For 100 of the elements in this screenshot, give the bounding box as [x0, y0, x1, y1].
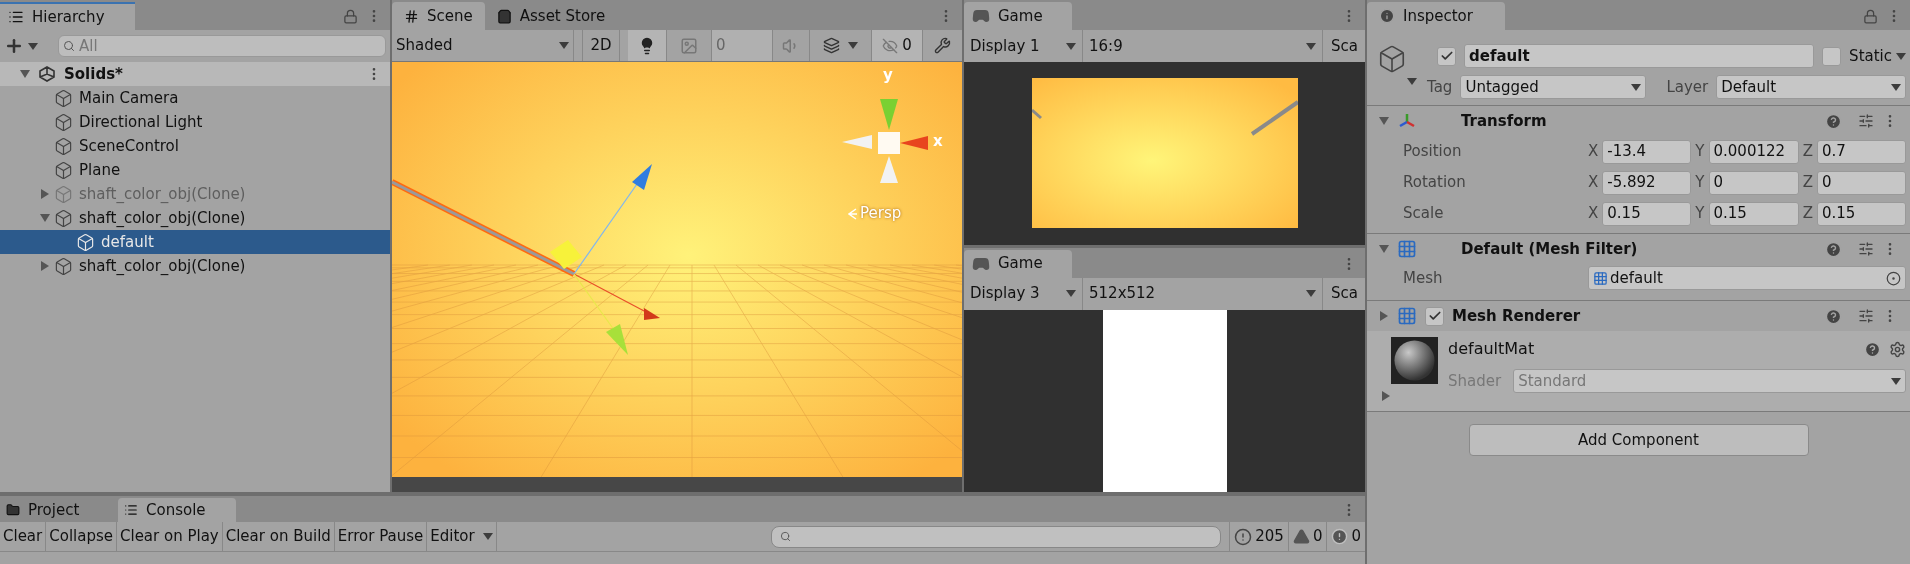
- cube-icon: [1377, 44, 1407, 74]
- console-button[interactable]: Clear on Play: [117, 522, 223, 551]
- material-preview-icon: [1391, 337, 1438, 384]
- preset-icon[interactable]: [1858, 308, 1874, 324]
- expand-arrow-icon[interactable]: [1379, 244, 1389, 254]
- field-label: Scale: [1403, 203, 1445, 225]
- mesh-renderer-icon: [1397, 306, 1417, 326]
- caret-icon: [482, 533, 493, 540]
- tools-icon[interactable]: [934, 37, 951, 54]
- help-icon[interactable]: [1825, 112, 1842, 130]
- name-field[interactable]: default: [1464, 44, 1815, 68]
- number-field[interactable]: 0: [1816, 170, 1906, 195]
- number-field[interactable]: 0.7: [1816, 139, 1906, 164]
- layer-dropdown[interactable]: Default: [1716, 75, 1906, 99]
- lighting-toggle[interactable]: [628, 30, 666, 61]
- axis-label: Z: [1802, 203, 1813, 225]
- panel-tab[interactable]: Console: [118, 498, 236, 522]
- field-label: Position: [1403, 141, 1463, 163]
- panel-tab[interactable]: Project: [0, 498, 118, 522]
- hierarchy-item[interactable]: shaft_color_obj(Clone): [0, 254, 390, 278]
- expand-arrow-icon[interactable]: [40, 261, 50, 271]
- editor-dropdown[interactable]: Editor: [427, 522, 497, 551]
- resolution-dropdown[interactable]: 512x512: [1083, 277, 1323, 310]
- hierarchy-item[interactable]: Plane: [0, 158, 390, 182]
- expand-arrow-icon[interactable]: [20, 69, 30, 79]
- add-icon[interactable]: [4, 36, 24, 56]
- axis-label: X: [1588, 203, 1599, 225]
- grid-icon: [404, 8, 419, 24]
- hierarchy-item[interactable]: SceneControl: [0, 134, 390, 158]
- hidden-objects-toggle[interactable]: 0: [872, 30, 922, 61]
- search-field[interactable]: All: [58, 35, 386, 57]
- panel-tab[interactable]: Game: [964, 249, 1072, 278]
- static-dropdown[interactable]: Static: [1849, 44, 1906, 68]
- preset-icon[interactable]: [1858, 113, 1874, 129]
- caret-icon: [559, 42, 569, 49]
- object-picker-icon[interactable]: [1886, 270, 1901, 286]
- layers-icon[interactable]: [823, 37, 840, 54]
- console-button[interactable]: Error Pause: [334, 522, 428, 551]
- cube-icon: [54, 112, 73, 132]
- axis-label: X: [1588, 141, 1599, 163]
- display-dropdown[interactable]: Display 3: [964, 277, 1083, 310]
- panel-tab[interactable]: Scene: [392, 2, 485, 30]
- console-button[interactable]: Clear: [0, 522, 47, 551]
- hierarchy-item[interactable]: shaft_color_obj(Clone): [0, 206, 390, 230]
- lock-icon[interactable]: [1863, 8, 1878, 24]
- settings-icon[interactable]: [1889, 340, 1906, 358]
- help-icon[interactable]: [1825, 307, 1842, 325]
- component-title[interactable]: Default (Mesh Filter): [1461, 237, 1817, 261]
- hierarchy-item[interactable]: default: [0, 230, 390, 254]
- panel-tab[interactable]: Asset Store: [484, 2, 618, 30]
- hierarchy-tab[interactable]: Hierarchy: [0, 2, 135, 30]
- lock-icon[interactable]: [343, 8, 358, 24]
- expand-arrow-icon[interactable]: [1381, 391, 1391, 401]
- component-title[interactable]: Mesh Renderer: [1452, 304, 1817, 328]
- help-icon[interactable]: [1825, 240, 1842, 258]
- mode-2d-button[interactable]: 2D: [582, 30, 620, 61]
- panel-tab[interactable]: Game: [964, 2, 1072, 30]
- preset-icon[interactable]: [1858, 241, 1874, 257]
- log-count-toggle[interactable]: 0: [1287, 522, 1327, 551]
- log-count-toggle[interactable]: 205: [1229, 522, 1288, 551]
- inspector-tab[interactable]: Inspector: [1367, 2, 1505, 30]
- mesh-icon: [1593, 270, 1608, 286]
- orientation-gizmo-drawing[interactable]: [842, 99, 928, 183]
- number-field[interactable]: -5.892: [1602, 170, 1692, 195]
- move-gizmo-drawing[interactable]: [550, 164, 660, 355]
- add-component-button[interactable]: Add Component: [1468, 424, 1809, 456]
- hierarchy-item[interactable]: Main Camera: [0, 86, 390, 110]
- tag-dropdown[interactable]: Untagged: [1460, 75, 1647, 99]
- enabled-checkbox[interactable]: [1425, 306, 1444, 326]
- caret-icon: [848, 42, 858, 49]
- caret-icon: [1407, 78, 1417, 85]
- help-icon[interactable]: [1864, 340, 1881, 358]
- static-checkbox[interactable]: [1822, 46, 1842, 66]
- field-label: Layer: [1666, 76, 1709, 98]
- cube-icon: [54, 136, 73, 156]
- number-field[interactable]: -13.4: [1602, 139, 1692, 164]
- number-field[interactable]: 0.15: [1708, 201, 1799, 226]
- scene-header-row[interactable]: Solids*: [0, 62, 390, 86]
- active-checkbox[interactable]: [1437, 46, 1456, 66]
- expand-arrow-icon[interactable]: [1379, 116, 1389, 126]
- expand-arrow-icon[interactable]: [40, 213, 50, 223]
- axis-label: Y: [1695, 172, 1705, 194]
- number-field[interactable]: 0: [1708, 170, 1799, 195]
- caret-icon: [1891, 377, 1901, 385]
- console-button[interactable]: Clear on Build: [222, 522, 335, 551]
- list-icon: [8, 9, 24, 25]
- expand-arrow-icon[interactable]: [40, 189, 50, 199]
- console-button[interactable]: Collapse: [46, 522, 117, 551]
- console-search-field[interactable]: [771, 525, 1222, 548]
- hierarchy-item[interactable]: Directional Light: [0, 110, 390, 134]
- number-field[interactable]: 0.000122: [1708, 139, 1799, 164]
- number-field[interactable]: 0.15: [1602, 201, 1692, 226]
- axis-label: Z: [1802, 141, 1813, 163]
- number-field[interactable]: 0.15: [1816, 201, 1906, 226]
- mesh-object-field[interactable]: default: [1588, 266, 1906, 290]
- shaft-drawing[interactable]: [392, 179, 576, 277]
- component-title[interactable]: Transform: [1461, 109, 1817, 133]
- log-count-toggle[interactable]: 0: [1326, 522, 1365, 551]
- shading-dropdown[interactable]: Shaded: [392, 30, 574, 61]
- expand-arrow-icon[interactable]: [1379, 311, 1389, 321]
